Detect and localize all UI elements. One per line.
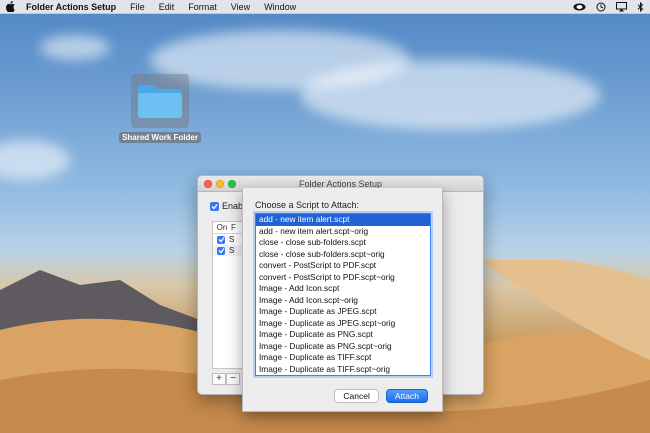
cloud (40, 35, 110, 60)
remove-folder-button[interactable]: − (226, 373, 240, 385)
script-list-item[interactable]: Image - Duplicate as JPEG.scpt (256, 306, 430, 318)
script-list-item[interactable]: Image - Duplicate as TIFF.scpt~orig (256, 364, 430, 376)
cloud (300, 60, 600, 130)
script-list-item[interactable]: convert - PostScript to PDF.scpt (256, 260, 430, 272)
folder-enabled-checkbox[interactable] (217, 246, 225, 255)
script-list-item[interactable]: Image - Add Icon.scpt~orig (256, 295, 430, 307)
attach-button[interactable]: Attach (385, 389, 428, 403)
script-list-item[interactable]: convert - PostScript to PDF.scpt~orig (256, 272, 430, 284)
enable-checkbox[interactable] (210, 201, 219, 211)
menu-window[interactable]: Window (264, 2, 296, 12)
menu-format[interactable]: Format (188, 2, 217, 12)
add-remove-controls: + − (212, 373, 240, 385)
script-list-item[interactable]: Image - Duplicate as PNG.scpt (256, 329, 430, 341)
folder-enabled-checkbox[interactable] (217, 235, 225, 244)
script-list-item[interactable]: Image - Duplicate as TIFF.scpt (256, 352, 430, 364)
folder-icon (131, 74, 189, 128)
add-folder-button[interactable]: + (212, 373, 226, 385)
script-list[interactable]: add - new item alert.scpt add - new item … (255, 213, 431, 376)
creative-cloud-icon[interactable] (573, 2, 586, 11)
menu-app-name[interactable]: Folder Actions Setup (26, 2, 116, 12)
desktop-folder-label: Shared Work Folder (119, 132, 201, 143)
header-on: On (216, 223, 228, 232)
script-list-item[interactable]: close - close sub-folders.scpt~orig (256, 249, 430, 261)
airplay-icon[interactable] (616, 1, 627, 12)
script-list-item[interactable]: add - new item alert.scpt~orig (256, 226, 430, 238)
menu-edit[interactable]: Edit (159, 2, 175, 12)
folder-name: S (229, 235, 235, 244)
sheet-prompt: Choose a Script to Attach: (255, 200, 360, 210)
menu-file[interactable]: File (130, 2, 145, 12)
folder-name: S (229, 246, 235, 255)
cancel-button[interactable]: Cancel (334, 389, 379, 403)
apple-menu-icon[interactable] (6, 1, 16, 12)
cloud (0, 140, 70, 180)
script-list-item[interactable]: add - new item alert.scpt (256, 214, 430, 226)
window-title: Folder Actions Setup (298, 178, 383, 189)
choose-script-sheet: Choose a Script to Attach: add - new ite… (242, 188, 443, 412)
desktop-folder[interactable]: Shared Work Folder (118, 74, 202, 143)
bluetooth-icon[interactable] (637, 1, 644, 12)
time-machine-icon[interactable] (596, 2, 606, 12)
script-list-item[interactable]: Image - Add Icon.scpt (256, 283, 430, 295)
script-list-item[interactable]: close - close sub-folders.scpt (256, 237, 430, 249)
script-list-item[interactable]: Image - Duplicate as JPEG.scpt~orig (256, 318, 430, 330)
menu-view[interactable]: View (231, 2, 250, 12)
menu-bar: Folder Actions Setup File Edit Format Vi… (0, 0, 650, 14)
header-folder: F (231, 223, 236, 232)
script-list-item[interactable]: Image - Duplicate as PNG.scpt~orig (256, 341, 430, 353)
